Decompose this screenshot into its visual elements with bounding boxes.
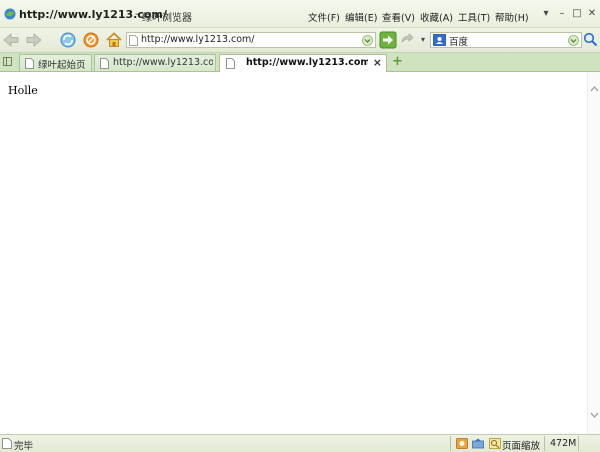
page-zoom-label[interactable]: 页面缩放 bbox=[502, 438, 540, 452]
sidebar-toggle-icon[interactable] bbox=[3, 57, 12, 66]
status-text: 完毕 bbox=[14, 441, 34, 452]
search-engine-icon[interactable] bbox=[433, 34, 446, 46]
search-engine-dropdown-icon[interactable]: ▾ bbox=[421, 35, 425, 44]
refresh-icon[interactable] bbox=[59, 31, 77, 49]
tab-bar: 绿叶起始页 http://www.ly1213.co... http://www… bbox=[0, 53, 600, 72]
page-body-text: Holle bbox=[8, 84, 38, 97]
menu-help[interactable]: 帮助(H) bbox=[495, 10, 529, 24]
navigation-toolbar: ▾ 百度 bbox=[0, 28, 600, 53]
tab-ly1213-active[interactable]: http://www.ly1213.com/ × bbox=[219, 54, 387, 72]
forward-icon[interactable] bbox=[25, 31, 43, 49]
menu-favorites[interactable]: 收藏(A) bbox=[420, 10, 453, 24]
close-window-button[interactable]: ✕ bbox=[586, 8, 598, 20]
address-bar[interactable] bbox=[126, 32, 376, 48]
title-bar: http://www.ly1213.com/ - 绿叶浏览器 文件(F) 编辑(… bbox=[0, 0, 600, 28]
menu-tools[interactable]: 工具(T) bbox=[458, 10, 490, 24]
tab-label: http://www.ly1213.com/ bbox=[246, 57, 368, 68]
scroll-up-icon[interactable] bbox=[590, 85, 599, 92]
page-icon bbox=[129, 35, 138, 46]
browser-window: http://www.ly1213.com/ - 绿叶浏览器 文件(F) 编辑(… bbox=[0, 0, 600, 452]
status-divider bbox=[450, 436, 451, 451]
tab-label: http://www.ly1213.co... bbox=[113, 57, 213, 68]
status-bar: 完毕 页面缩放 472M bbox=[0, 434, 600, 452]
window-title-app-name: 绿叶浏览器 bbox=[142, 13, 192, 24]
stop-icon[interactable] bbox=[82, 31, 100, 49]
home-icon[interactable] bbox=[105, 31, 123, 49]
ie-mode-icon[interactable] bbox=[399, 31, 417, 49]
go-icon[interactable] bbox=[379, 31, 397, 49]
memory-usage: 472M bbox=[550, 438, 577, 449]
window-title-separator: - bbox=[135, 9, 139, 20]
scroll-down-icon[interactable] bbox=[590, 412, 599, 419]
vertical-scrollbar[interactable] bbox=[587, 72, 600, 434]
menu-view[interactable]: 查看(V) bbox=[382, 10, 415, 24]
status-divider bbox=[578, 436, 579, 451]
tab-start-page[interactable]: 绿叶起始页 bbox=[19, 54, 92, 71]
window-menu-dropdown-button[interactable]: ▾ bbox=[540, 8, 552, 20]
minimize-button[interactable]: – bbox=[556, 8, 568, 20]
tab-label: 绿叶起始页 bbox=[38, 60, 86, 71]
page-zoom-icon[interactable] bbox=[489, 438, 501, 449]
search-input[interactable] bbox=[477, 33, 567, 47]
new-tab-button[interactable]: + bbox=[392, 55, 403, 69]
search-icon[interactable] bbox=[583, 32, 598, 47]
search-bar[interactable]: 百度 bbox=[430, 32, 582, 48]
page-icon bbox=[100, 58, 109, 69]
download-icon[interactable] bbox=[472, 438, 484, 449]
menu-edit[interactable]: 编辑(E) bbox=[345, 10, 377, 24]
address-dropdown-icon[interactable] bbox=[362, 35, 373, 46]
maximize-button[interactable]: □ bbox=[571, 8, 583, 20]
back-icon[interactable] bbox=[2, 31, 20, 49]
browser-logo-icon bbox=[4, 8, 16, 20]
search-dropdown-icon[interactable] bbox=[568, 35, 579, 46]
page-icon bbox=[226, 58, 235, 69]
search-engine-name: 百度 bbox=[449, 37, 469, 48]
menu-file[interactable]: 文件(F) bbox=[308, 10, 340, 24]
page-content: Holle bbox=[0, 72, 587, 434]
page-status-icon bbox=[2, 438, 12, 449]
close-tab-button[interactable]: × bbox=[373, 56, 382, 69]
status-divider bbox=[544, 436, 545, 451]
security-icon[interactable] bbox=[456, 438, 468, 449]
page-icon bbox=[25, 58, 34, 69]
address-input[interactable] bbox=[141, 33, 353, 47]
tab-ly1213-1[interactable]: http://www.ly1213.co... bbox=[94, 54, 216, 71]
